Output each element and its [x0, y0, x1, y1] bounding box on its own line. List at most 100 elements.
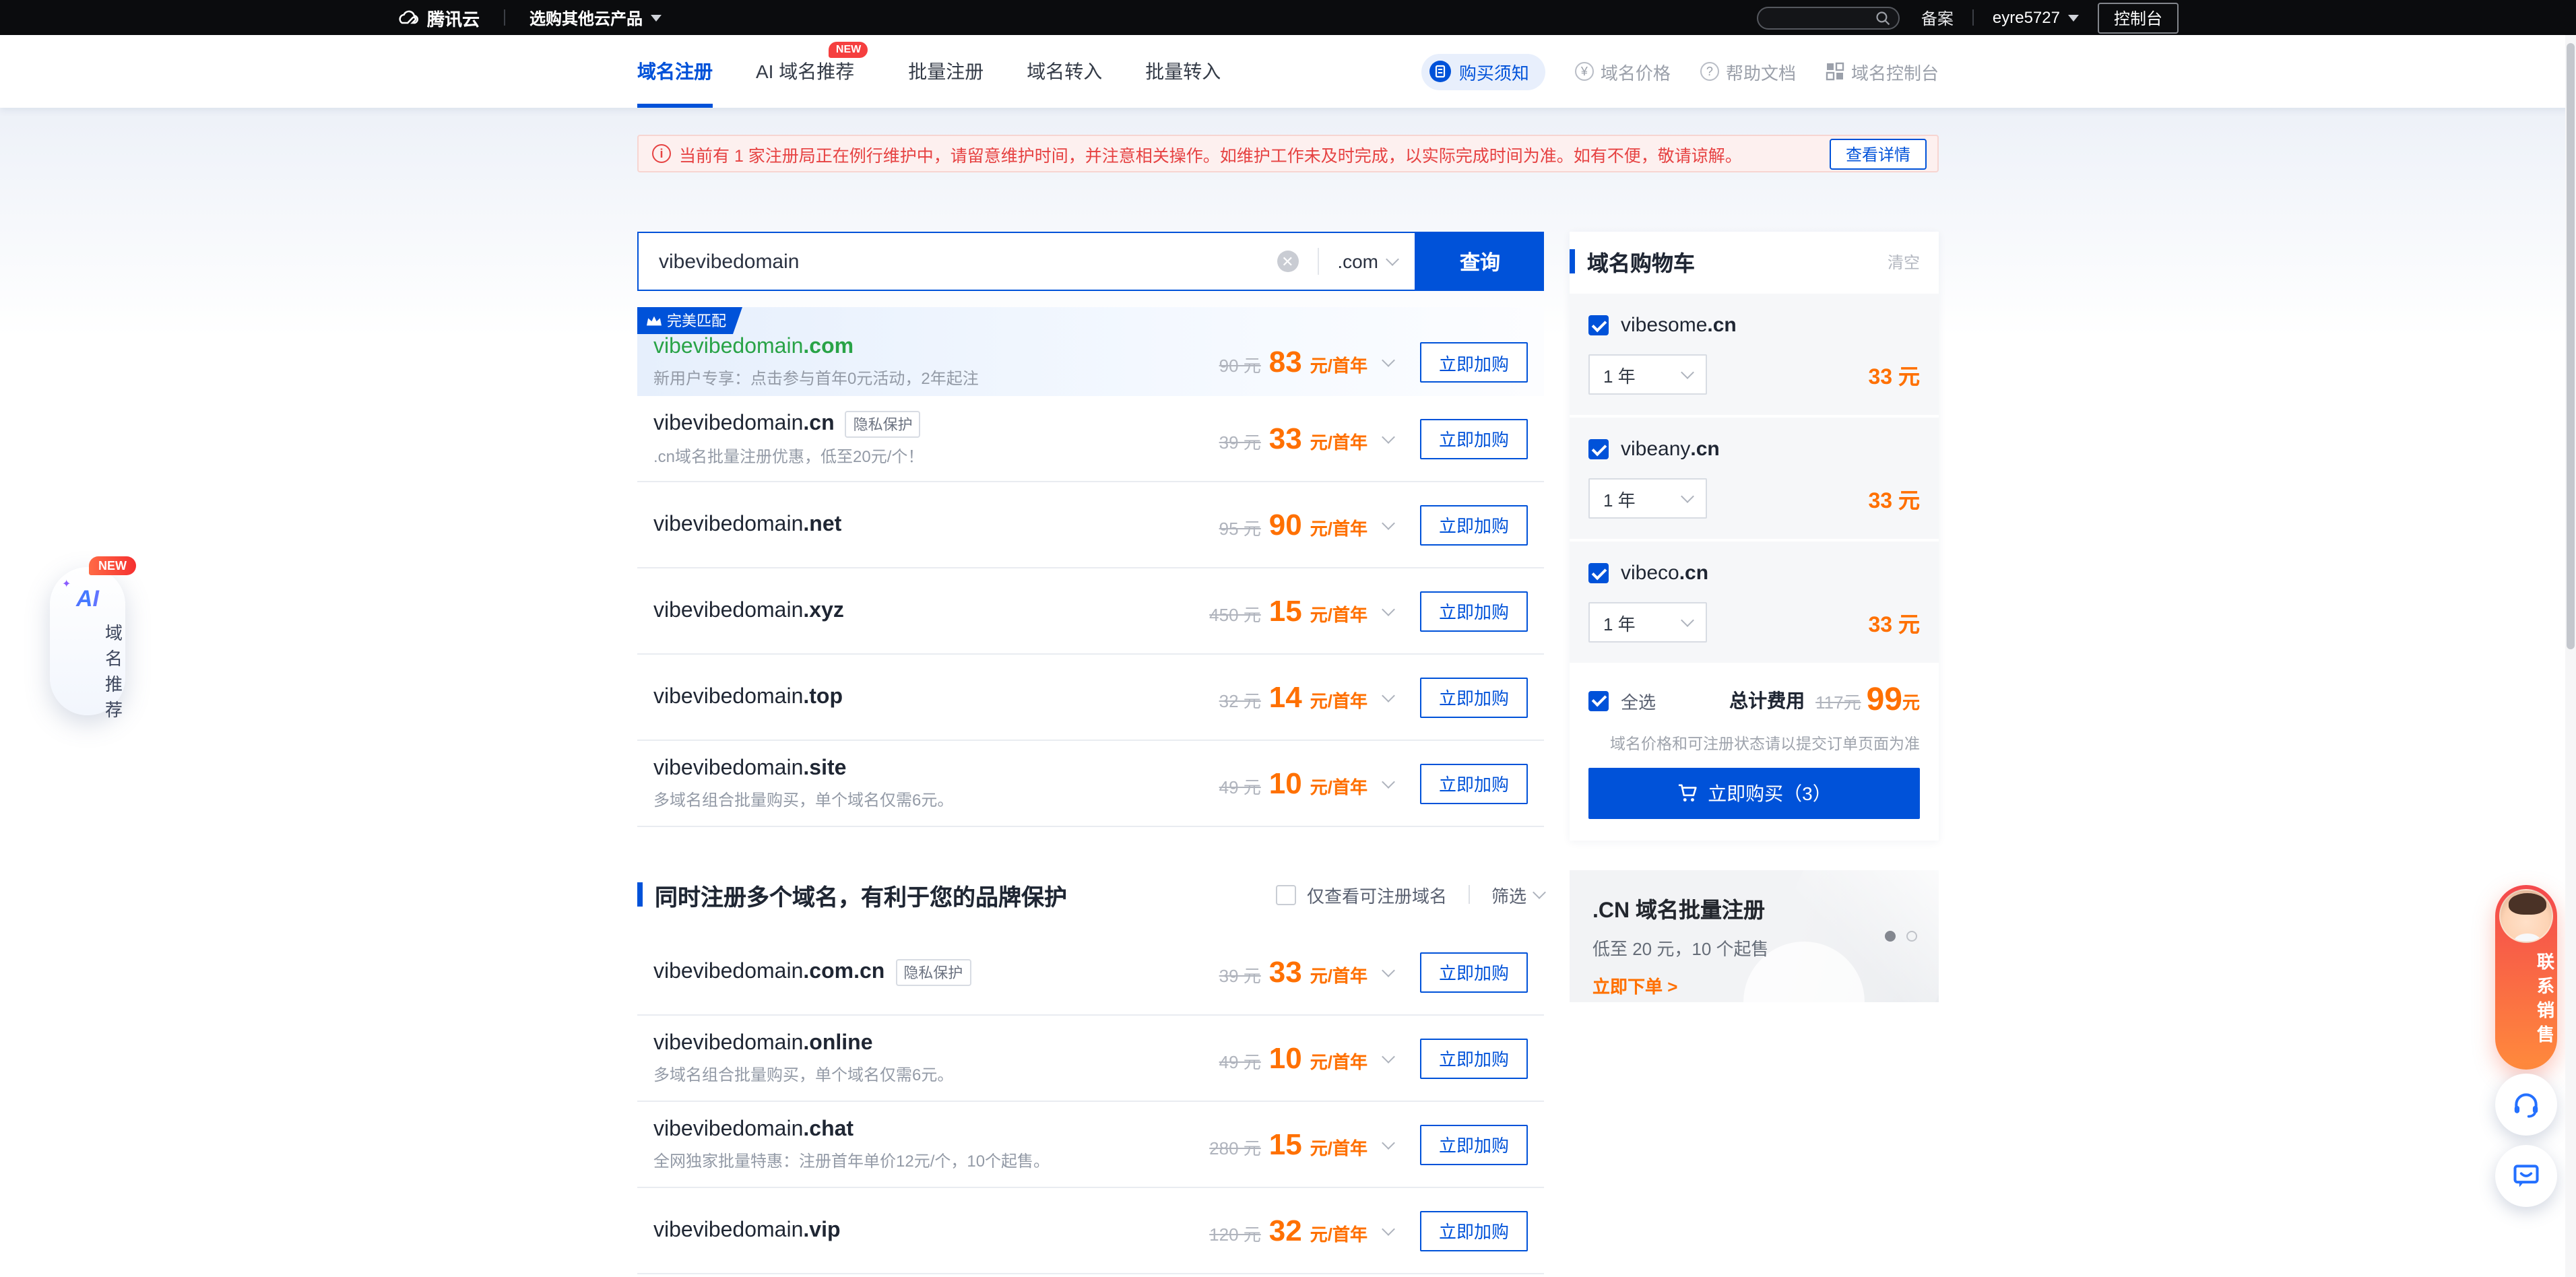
- add-to-cart-button[interactable]: 立即加购: [1420, 504, 1528, 545]
- price-expand-chevron[interactable]: [1382, 1222, 1395, 1235]
- view-details-button[interactable]: 查看详情: [1830, 138, 1927, 169]
- headset-icon: [2511, 1090, 2541, 1119]
- add-to-cart-button[interactable]: 立即加购: [1420, 591, 1528, 631]
- domain-search: ✕ .com 查询: [637, 232, 1544, 291]
- tab-ai-domain-suggest[interactable]: AI 域名推荐 NEW: [756, 35, 854, 108]
- total-original-price: 117元: [1815, 688, 1861, 713]
- topbar-search-input[interactable]: [1766, 8, 1875, 27]
- price-unit: 元/首年: [1310, 1220, 1367, 1245]
- price: 14: [1269, 680, 1302, 715]
- contact-sales-widget[interactable]: 联系销售: [2495, 885, 2557, 1070]
- select-all-checkbox[interactable]: [1588, 690, 1609, 711]
- add-to-cart-button[interactable]: 立即加购: [1420, 1124, 1528, 1165]
- price: 15: [1269, 1127, 1302, 1162]
- help-docs-link[interactable]: ? 帮助文档: [1700, 59, 1796, 84]
- filter-button[interactable]: 筛选: [1491, 882, 1544, 907]
- document-icon: [1429, 61, 1451, 82]
- domain-console-link[interactable]: 域名控制台: [1826, 59, 1939, 84]
- buy-now-button[interactable]: 立即购买（3）: [1588, 768, 1920, 819]
- price-expand-chevron[interactable]: [1382, 775, 1395, 788]
- registrable-only-checkbox[interactable]: [1276, 884, 1296, 905]
- add-to-cart-button[interactable]: 立即加购: [1420, 1210, 1528, 1251]
- carousel-dot-active[interactable]: [1885, 931, 1896, 942]
- price-expand-chevron[interactable]: [1382, 354, 1395, 367]
- cart-item-checkbox[interactable]: [1588, 563, 1609, 583]
- topbar: 腾讯云 选购其他云产品 备案 eyre5727: [0, 0, 2576, 35]
- cart-icon: [1677, 784, 1697, 803]
- add-to-cart-button[interactable]: 立即加购: [1420, 342, 1528, 383]
- page-scrollbar[interactable]: [2565, 35, 2576, 1277]
- original-price: 39 元: [1219, 961, 1261, 987]
- domain-name: vibevibedomain.xyz: [653, 599, 1209, 623]
- product-navbar: 域名注册 AI 域名推荐 NEW 批量注册 域名转入 批量转入: [0, 35, 2576, 108]
- original-price: 49 元: [1219, 1047, 1261, 1073]
- clear-input-icon[interactable]: ✕: [1277, 251, 1298, 272]
- search-icon: [1875, 10, 1890, 25]
- price-expand-chevron[interactable]: [1382, 1049, 1395, 1063]
- tencent-cloud-logo[interactable]: 腾讯云: [397, 5, 480, 30]
- cart-domain-name: vibeany.cn: [1621, 438, 1720, 461]
- cloud-icon: [397, 9, 419, 26]
- domain-name: vibevibedomain.online: [653, 1031, 1219, 1055]
- add-to-cart-button[interactable]: 立即加购: [1420, 418, 1528, 459]
- chevron-down-icon: [1386, 253, 1399, 266]
- other-products-menu[interactable]: 选购其他云产品: [529, 6, 662, 29]
- domain-price-link[interactable]: ¥ 域名价格: [1575, 59, 1671, 84]
- beian-link[interactable]: 备案: [1921, 6, 1954, 29]
- total-price: 99: [1867, 684, 1902, 717]
- chevron-down-icon: [1681, 614, 1694, 627]
- price: 15: [1269, 593, 1302, 628]
- price-expand-chevron[interactable]: [1382, 963, 1395, 977]
- order-now-link[interactable]: 立即下单 >: [1592, 973, 1677, 998]
- customer-service-button[interactable]: [2495, 1074, 2557, 1136]
- term-select[interactable]: 1 年: [1588, 602, 1707, 643]
- tab-batch-register[interactable]: 批量注册: [908, 35, 984, 108]
- price-unit: 元/首年: [1310, 773, 1367, 798]
- add-to-cart-button[interactable]: 立即加购: [1420, 1038, 1528, 1078]
- tab-domain-transfer-in[interactable]: 域名转入: [1027, 35, 1102, 108]
- add-to-cart-button[interactable]: 立即加购: [1420, 677, 1528, 717]
- cart-item-checkbox[interactable]: [1588, 315, 1609, 335]
- search-button[interactable]: 查询: [1416, 232, 1544, 291]
- ai-domain-suggest-widget[interactable]: NEW ✦AI 域名推荐: [50, 567, 125, 715]
- result-row-xyz: vibevibedomain.xyz 450 元 15 元/首年 立即加购: [637, 568, 1544, 655]
- select-all-label: 全选: [1621, 688, 1729, 713]
- purchase-notes-link[interactable]: 购买须知: [1421, 53, 1545, 90]
- user-menu[interactable]: eyre5727: [1993, 8, 2079, 27]
- carousel-dot[interactable]: [1906, 931, 1917, 942]
- tld-select[interactable]: .com: [1337, 251, 1397, 272]
- chevron-down-icon: [1681, 490, 1694, 503]
- price-expand-chevron[interactable]: [1382, 688, 1395, 702]
- online-chat-button[interactable]: [2495, 1145, 2557, 1207]
- price-unit: 元/首年: [1310, 961, 1367, 987]
- cn-batch-banner[interactable]: .CN 域名批量注册 低至 20 元，10 个起售 立即下单 >: [1570, 870, 1939, 1002]
- term-select[interactable]: 1 年: [1588, 354, 1707, 395]
- result-row-top: vibevibedomain.top 32 元 14 元/首年 立即加购: [637, 655, 1544, 741]
- add-to-cart-button[interactable]: 立即加购: [1420, 763, 1528, 804]
- scrollbar-thumb[interactable]: [2567, 43, 2575, 649]
- price-group: 280 元 15 元/首年: [1209, 1127, 1393, 1162]
- brand-protect-header: 同时注册多个域名，有利于您的品牌保护 仅查看可注册域名 筛选: [637, 876, 1544, 913]
- price-expand-chevron[interactable]: [1382, 516, 1395, 529]
- tab-domain-register[interactable]: 域名注册: [637, 35, 713, 108]
- price: 90: [1269, 507, 1302, 542]
- price-expand-chevron[interactable]: [1382, 430, 1395, 443]
- domain-search-input[interactable]: [656, 249, 1277, 274]
- topbar-search[interactable]: [1757, 6, 1900, 29]
- domain-subtitle: 多域名组合批量购买，单个域名仅需6元。: [653, 787, 1219, 810]
- price-expand-chevron[interactable]: [1382, 602, 1395, 616]
- domain-name: vibevibedomain.net: [653, 513, 1219, 537]
- carousel-dots[interactable]: [1885, 931, 1917, 942]
- price-expand-chevron[interactable]: [1382, 1136, 1395, 1149]
- add-to-cart-button[interactable]: 立即加购: [1420, 952, 1528, 992]
- result-row-site: vibevibedomain.site 多域名组合批量购买，单个域名仅需6元。 …: [637, 741, 1544, 827]
- price-unit: 元/首年: [1310, 352, 1367, 377]
- cart-item-checkbox[interactable]: [1588, 439, 1609, 459]
- tab-batch-transfer-in[interactable]: 批量转入: [1145, 35, 1221, 108]
- cart-clear-button[interactable]: 清空: [1888, 250, 1920, 273]
- sparkle-icon: ✦: [62, 578, 71, 590]
- term-select[interactable]: 1 年: [1588, 478, 1707, 519]
- console-button[interactable]: 控制台: [2098, 2, 2179, 33]
- result-row-cn: vibevibedomain.cn隐私保护 .cn域名批量注册优惠，低至20元/…: [637, 396, 1544, 482]
- cart-item: vibeco.cn 1 年 33 元: [1570, 539, 1939, 663]
